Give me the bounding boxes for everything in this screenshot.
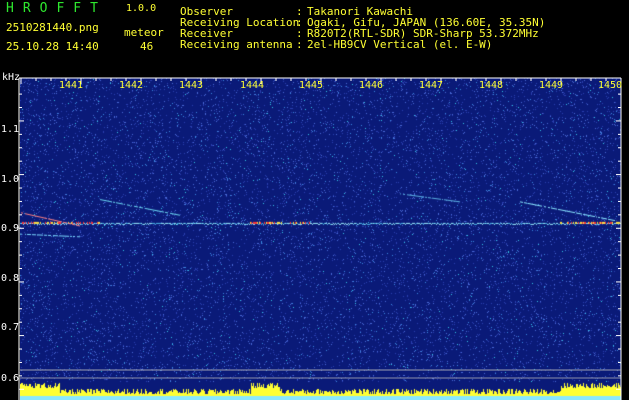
freq-tick-1-1: 1.1 [1, 124, 20, 135]
detection-label: meteor [124, 26, 164, 39]
app-title: HROFFT [6, 1, 107, 16]
time-tick-1445: 1445 [299, 80, 324, 91]
freq-tick-1-0: 1.0 [1, 174, 20, 185]
antenna-sep: : [296, 38, 303, 51]
time-tick-1442: 1442 [119, 80, 144, 91]
antenna-value: 2el-HB9CV Vertical (el. E-W) [307, 38, 493, 51]
khz-unit-label: kHz [2, 72, 21, 83]
freq-tick-0-9: 0.9 [1, 223, 20, 234]
filename: 2510281440.png [6, 21, 99, 34]
spectrogram-canvas [20, 78, 621, 400]
freq-tick-0-8: 0.8 [1, 273, 20, 284]
freq-tick-0-6: 0.6 [1, 373, 20, 384]
time-tick-1443: 1443 [179, 80, 204, 91]
time-tick-1446: 1446 [359, 80, 384, 91]
freq-tick-0-7: 0.7 [1, 322, 20, 333]
antenna-label: Receiving antenna [180, 38, 293, 51]
time-tick-1441: 1441 [59, 80, 84, 91]
datetime: 25.10.28 14:40 [6, 40, 99, 53]
time-tick-1450: 1450 [598, 80, 623, 91]
time-tick-1444: 1444 [240, 80, 265, 91]
app-version: 1.0.0 [126, 3, 157, 14]
detection-count: 46 [140, 40, 154, 53]
time-tick-1449: 1449 [539, 80, 564, 91]
time-tick-1447: 1447 [419, 80, 444, 91]
time-tick-1448: 1448 [479, 80, 504, 91]
